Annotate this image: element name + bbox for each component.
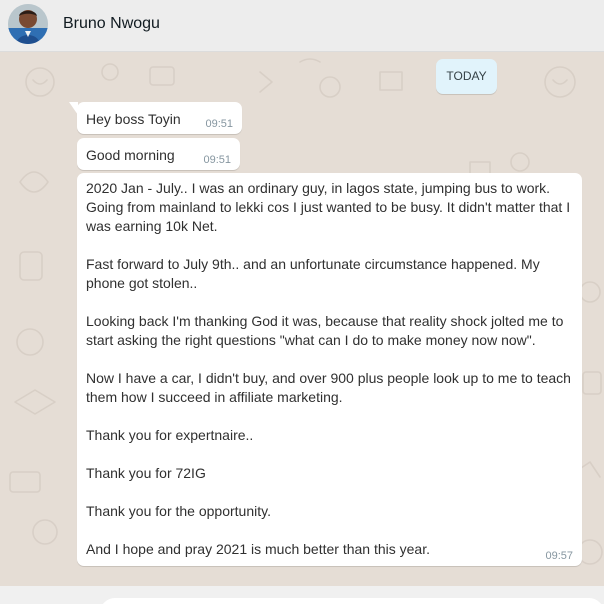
message-text: 2020 Jan - July.. I was an ordinary guy,… — [86, 179, 576, 559]
message-time: 09:51 — [203, 154, 231, 166]
message-paragraph: Looking back I'm thanking God it was, be… — [86, 313, 564, 348]
message-paragraph: 2020 Jan - July.. I was an ordinary guy,… — [86, 180, 571, 234]
chat-header: Bruno Nwogu — [0, 0, 604, 52]
message-paragraph: Thank you for expertnaire.. — [86, 427, 254, 443]
date-chip: TODAY — [436, 59, 497, 94]
message-text: Good morning — [86, 147, 175, 163]
message-time: 09:51 — [205, 118, 233, 130]
message-time: 09:57 — [545, 550, 573, 562]
message-list[interactable]: TODAY Hey boss Toyin 09:51 Good morning … — [0, 52, 604, 586]
message-paragraph: Thank you for 72IG — [86, 465, 206, 481]
message-text: Hey boss Toyin — [86, 111, 181, 127]
message-paragraph: Thank you for the opportunity. — [86, 503, 271, 519]
message-input[interactable] — [100, 598, 604, 604]
message-bubble[interactable]: Good morning 09:51 — [77, 138, 240, 170]
message-paragraph: Now I have a car, I didn't buy, and over… — [86, 370, 571, 405]
message-bubble[interactable]: 2020 Jan - July.. I was an ordinary guy,… — [77, 173, 582, 566]
compose-bar — [0, 586, 604, 604]
chat-window: Bruno Nwogu TODAY Hey boss Toyin 09:51 G… — [0, 0, 604, 604]
avatar-image — [8, 4, 48, 44]
message-paragraph: Fast forward to July 9th.. and an unfort… — [86, 256, 540, 291]
contact-avatar[interactable] — [8, 4, 48, 44]
bubble-tail — [69, 102, 78, 115]
message-bubble[interactable]: Hey boss Toyin 09:51 — [69, 102, 242, 134]
contact-name[interactable]: Bruno Nwogu — [63, 15, 160, 33]
message-paragraph: And I hope and pray 2021 is much better … — [86, 541, 430, 557]
